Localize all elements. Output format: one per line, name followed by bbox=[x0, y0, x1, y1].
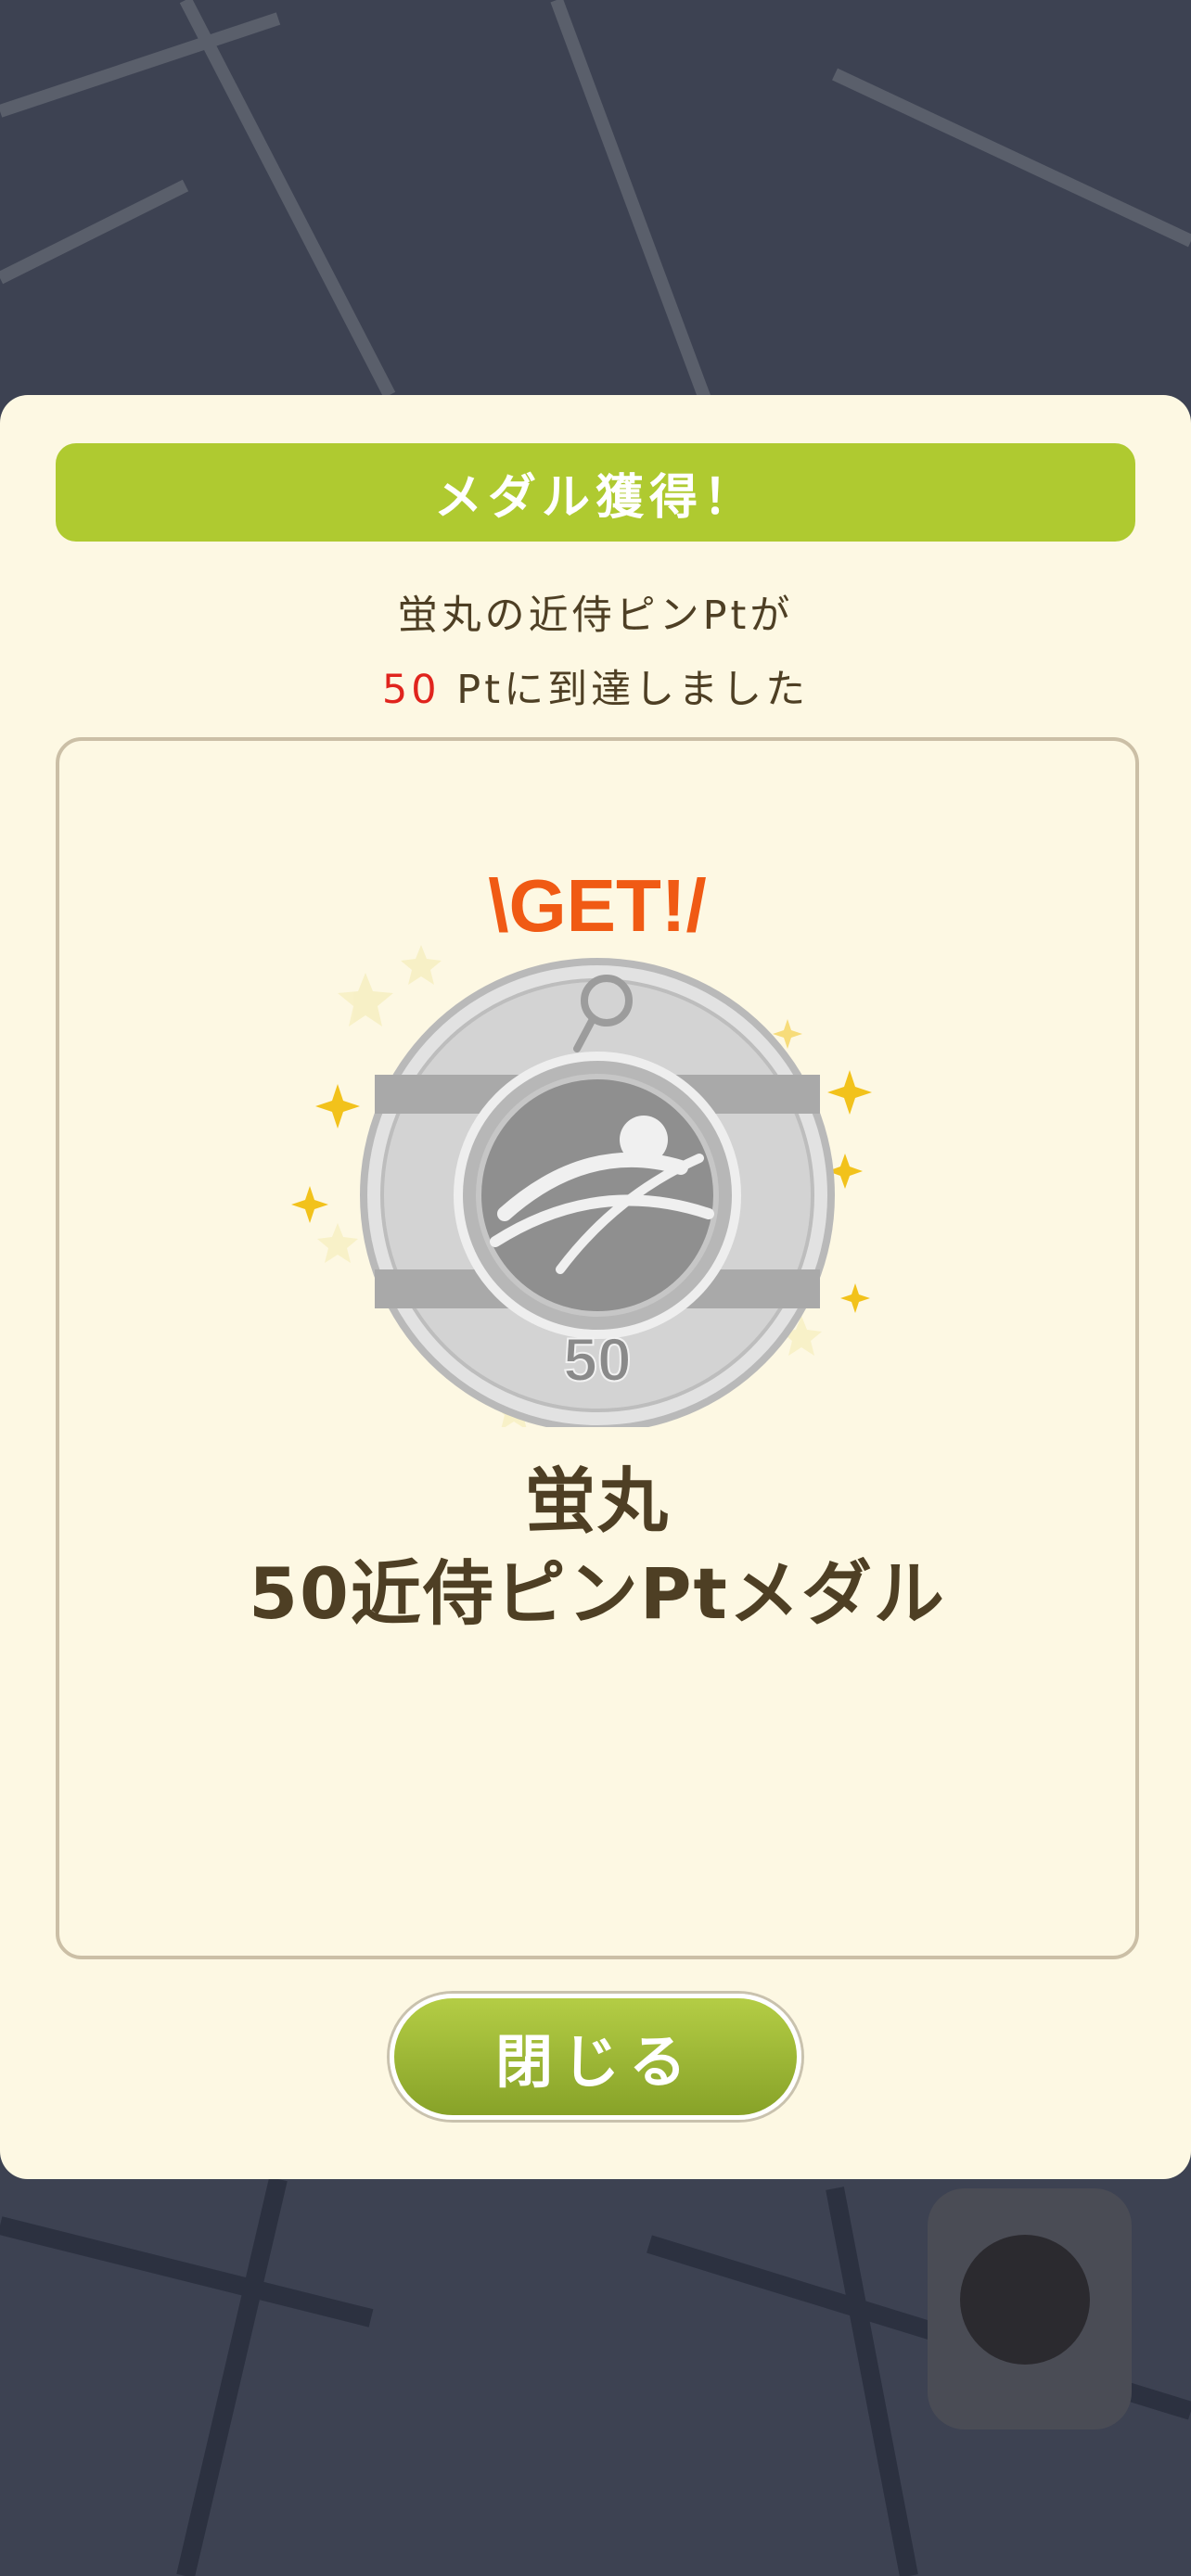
get-badge-text: \GET!/ bbox=[488, 864, 707, 947]
get-badge-icon: \GET!/ bbox=[488, 864, 707, 947]
dialog-title: メダル獲得！ bbox=[433, 469, 757, 526]
close-button[interactable]: 閉じる bbox=[390, 1994, 801, 2120]
medal-name-line-1: 蛍丸 bbox=[525, 1460, 670, 1542]
medal-icon: \GET!/ 50 bbox=[291, 864, 872, 1427]
medal-panel: \GET!/ 50 蛍丸 50近侍ピンPtメダル bbox=[56, 737, 1139, 1959]
points-value: 50 bbox=[381, 667, 441, 713]
close-button-label: 閉じる bbox=[494, 2028, 696, 2096]
medal-get-dialog: メダル獲得！ 蛍丸の近侍ピンPtが 50 Ptに到達しました \GET!/ 50… bbox=[0, 395, 1191, 2179]
medal-number: 50 bbox=[563, 1325, 631, 1394]
medal-name: 蛍丸 50近侍ピンPtメダル bbox=[59, 1455, 1135, 1640]
message-line-2-text: Ptに到達しました bbox=[440, 667, 810, 713]
medal-name-line-2: 50近侍ピンPtメダル bbox=[249, 1552, 946, 1635]
dialog-title-bar: メダル獲得！ bbox=[56, 443, 1135, 542]
message-line-1: 蛍丸の近侍ピンPtが bbox=[397, 593, 794, 639]
message-line-2: 50 Ptに到達しました bbox=[0, 653, 1191, 727]
achievement-message: 蛍丸の近侍ピンPtが 50 Ptに到達しました bbox=[0, 579, 1191, 727]
